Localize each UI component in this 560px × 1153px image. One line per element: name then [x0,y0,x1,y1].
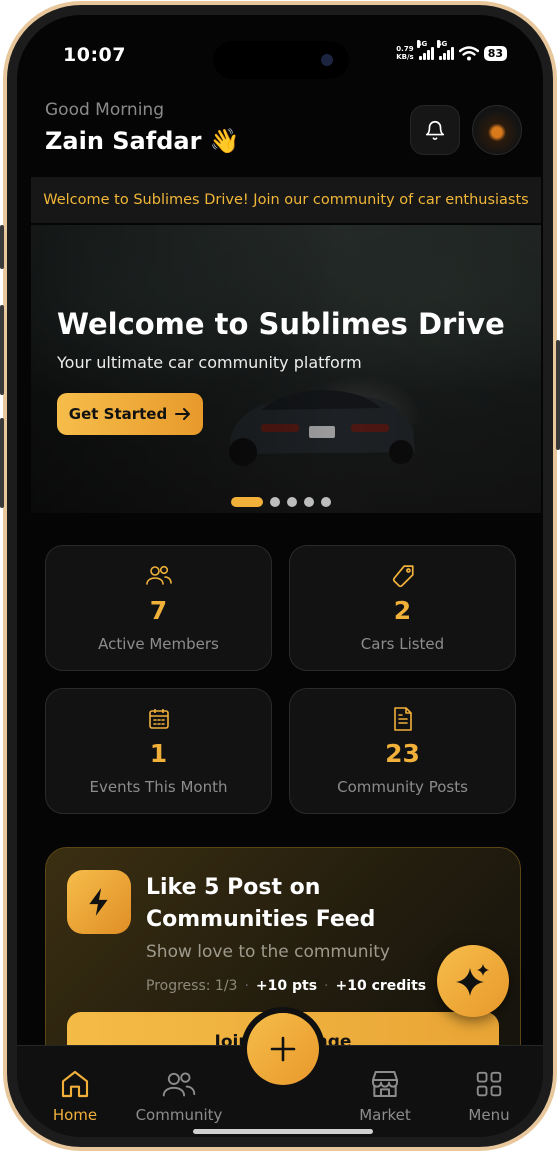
hero-subtitle: Your ultimate car community platform [57,353,362,372]
user-name: Zain Safdar 👋 [45,127,240,155]
stat-label: Active Members [98,635,219,653]
notifications-button[interactable] [410,105,460,155]
sparkles-icon [456,964,489,996]
challenge-progress: Progress: 1/3 [146,978,238,994]
challenge-icon-badge [67,870,131,934]
volume-up-button [0,305,4,395]
separator-dot: · [324,978,329,994]
store-icon [372,1071,398,1097]
nav-item-label: Community [135,1106,223,1124]
plus-icon [270,1036,296,1062]
nav-item-market[interactable]: Market [335,1066,435,1124]
app-screen: 10:07 0.79 KB/s 4G 4G 83 Good Morning Za… [17,15,543,1137]
users-icon [145,565,172,585]
nav-item-home[interactable]: Home [25,1066,125,1124]
hero-title: Welcome to Sublimes Drive [57,307,505,341]
home-icon [61,1070,89,1098]
challenge-title: Like 5 Post on Communities Feed [146,875,376,932]
ai-assistant-button[interactable] [437,945,509,1017]
status-bar: 10:07 0.79 KB/s 4G 4G 83 [17,15,543,85]
challenge-points: +10 pts [255,978,318,994]
grid-icon [476,1071,502,1097]
bell-icon [425,121,445,141]
carousel-dot[interactable] [321,497,331,507]
get-started-label: Get Started [68,405,168,423]
nav-item-menu[interactable]: Menu [439,1066,539,1124]
stat-value: 23 [385,739,420,768]
network-speed: 0.79 KB/s [396,45,414,61]
lightning-icon [89,888,108,916]
dynamic-island [213,41,349,79]
carousel-dot[interactable] [287,497,297,507]
challenge-subtitle: Show love to the community [146,942,390,962]
nav-item-label: Menu [468,1106,510,1124]
get-started-button[interactable]: Get Started [57,393,203,435]
stat-card-active-members[interactable]: 7 Active Members [45,545,272,671]
users-icon [162,1072,196,1097]
greeting-text: Good Morning [45,100,164,120]
home-indicator[interactable] [193,1129,373,1134]
side-button [0,225,4,269]
calendar-icon [148,709,169,729]
challenge-meta: Progress: 1/3 · +10 pts · +10 credits [146,978,426,994]
power-button [556,340,560,450]
stat-label: Community Posts [337,778,468,796]
carousel-dot[interactable] [231,497,263,507]
stat-value: 1 [149,739,168,768]
nav-item-community[interactable]: Community [129,1066,229,1124]
signal-icon-2: 4G [436,40,454,60]
wifi-icon [458,45,479,60]
stat-card-cars-listed[interactable]: 2 Cars Listed [289,545,516,671]
carousel-dots [231,497,331,507]
stat-label: Events This Month [89,778,228,796]
carousel-dot[interactable] [304,497,314,507]
stat-value: 7 [149,596,168,625]
stat-card-events[interactable]: 1 Events This Month [45,688,272,814]
stat-value: 2 [393,596,412,625]
challenge-credits: +10 credits [335,978,427,994]
battery-indicator: 83 [483,45,507,61]
separator-dot: · [244,978,249,994]
stat-card-community-posts[interactable]: 23 Community Posts [289,688,516,814]
nav-item-label: Market [359,1106,411,1124]
announcement-ticker: Welcome to Sublimes Drive! Join our comm… [31,177,541,223]
profile-avatar[interactable] [472,105,522,155]
hero-banner[interactable]: Welcome to Sublimes Drive Your ultimate … [31,225,541,513]
tag-icon [392,565,414,588]
arrow-right-icon [175,408,191,420]
status-time: 10:07 [63,44,126,66]
volume-down-button [0,418,4,508]
document-icon [393,707,412,731]
phone-frame: 10:07 0.79 KB/s 4G 4G 83 Good Morning Za… [3,1,557,1151]
ticker-text: Welcome to Sublimes Drive! Join our comm… [43,192,529,208]
stat-label: Cars Listed [360,635,445,653]
create-post-button[interactable] [247,1013,319,1085]
carousel-dot[interactable] [270,497,280,507]
signal-icon: 4G [416,40,434,60]
nav-item-label: Home [52,1106,98,1124]
